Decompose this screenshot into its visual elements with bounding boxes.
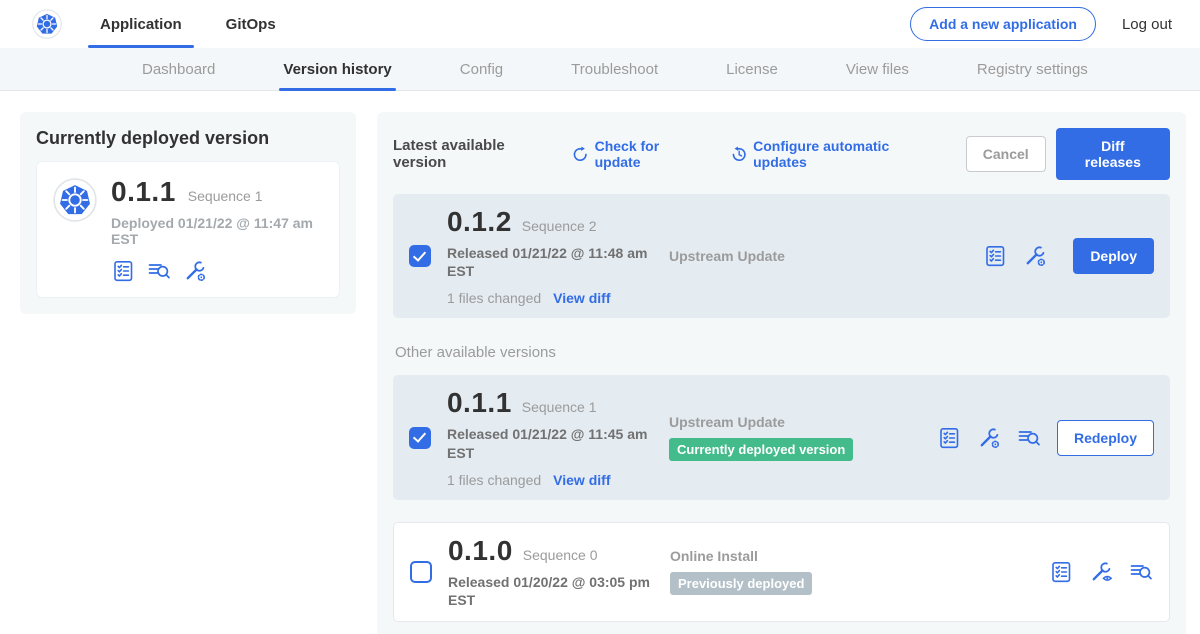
preflight-checks-icon[interactable]: [937, 426, 961, 450]
source-label: Upstream Update: [669, 414, 937, 430]
deploy-logs-icon[interactable]: [1017, 426, 1041, 450]
available-panel-header: Latest available version Check for updat…: [393, 128, 1170, 180]
version-select-checkbox[interactable]: [410, 561, 432, 583]
deployed-timestamp: Deployed 01/21/22 @ 11:47 am EST: [111, 215, 323, 247]
preflight-checks-icon[interactable]: [1049, 560, 1073, 584]
available-versions-panel: Latest available version Check for updat…: [377, 112, 1186, 634]
redeploy-button[interactable]: Redeploy: [1057, 420, 1154, 456]
preflight-checks-icon[interactable]: [983, 244, 1007, 268]
sequence-label: Sequence 0: [523, 547, 598, 563]
released-timestamp: Released 01/21/22 @ 11:48 am EST: [447, 244, 652, 280]
edit-config-icon[interactable]: [1023, 244, 1047, 268]
top-nav: Application GitOps Add a new application…: [0, 0, 1200, 48]
sequence-label: Sequence 1: [522, 399, 597, 415]
files-changed-label: 1 files changed: [447, 472, 541, 488]
top-nav-right: Add a new application Log out: [910, 7, 1172, 41]
version-number: 0.1.1: [447, 387, 512, 419]
version-source: Upstream Update Currently deployed versi…: [669, 414, 937, 461]
deployed-version-card: 0.1.1 Sequence 1 Deployed 01/21/22 @ 11:…: [36, 161, 340, 298]
deployed-action-icons: [111, 259, 323, 283]
deploy-button[interactable]: Deploy: [1073, 238, 1154, 274]
edit-config-icon[interactable]: [977, 426, 1001, 450]
subnav-registry-settings[interactable]: Registry settings: [973, 48, 1092, 90]
currently-deployed-title: Currently deployed version: [36, 128, 340, 149]
kubernetes-logo-icon: [32, 9, 62, 39]
add-new-application-button[interactable]: Add a new application: [910, 7, 1096, 41]
deployed-version-number: 0.1.1: [111, 176, 176, 208]
deploy-logs-icon[interactable]: [147, 259, 171, 283]
check-for-update-label: Check for update: [595, 138, 705, 170]
version-source: Upstream Update: [669, 248, 937, 264]
view-diff-link[interactable]: View diff: [553, 290, 610, 306]
previously-deployed-badge: Previously deployed: [670, 572, 812, 595]
check-for-update-link[interactable]: Check for update: [572, 138, 705, 170]
source-label: Online Install: [670, 548, 938, 564]
latest-available-title: Latest available version: [393, 137, 556, 171]
edit-config-icon[interactable]: [183, 259, 207, 283]
configure-updates-label: Configure automatic updates: [753, 138, 940, 170]
version-info: 0.1.0 Sequence 0 Released 01/20/22 @ 03:…: [448, 535, 660, 609]
other-available-versions-title: Other available versions: [395, 344, 1168, 361]
deployed-sequence-label: Sequence 1: [188, 188, 263, 204]
top-tabs: Application GitOps: [88, 0, 308, 48]
subnav-version-history[interactable]: Version history: [279, 48, 395, 90]
refresh-icon: [572, 146, 588, 163]
version-select-checkbox[interactable]: [409, 245, 431, 267]
logout-button[interactable]: Log out: [1122, 16, 1172, 33]
clock-refresh-icon: [731, 146, 747, 163]
version-source: Online Install Previously deployed: [670, 548, 938, 595]
version-actions: Redeploy: [937, 420, 1154, 456]
subnav-troubleshoot[interactable]: Troubleshoot: [567, 48, 662, 90]
tab-gitops[interactable]: GitOps: [214, 0, 288, 48]
tab-application[interactable]: Application: [88, 0, 194, 48]
subnav-view-files[interactable]: View files: [842, 48, 913, 90]
released-timestamp: Released 01/21/22 @ 11:45 am EST: [447, 425, 652, 461]
currently-deployed-badge: Currently deployed version: [669, 438, 853, 461]
diff-releases-button[interactable]: Diff releases: [1056, 128, 1170, 180]
deploy-logs-icon[interactable]: [1129, 560, 1153, 584]
files-changed-label: 1 files changed: [447, 290, 541, 306]
source-label: Upstream Update: [669, 248, 937, 264]
subnav-license[interactable]: License: [722, 48, 782, 90]
view-diff-link[interactable]: View diff: [553, 472, 610, 488]
version-row-0-1-1: 0.1.1 Sequence 1 Released 01/21/22 @ 11:…: [393, 375, 1170, 499]
version-info: 0.1.1 Sequence 1 Released 01/21/22 @ 11:…: [447, 387, 659, 487]
currently-deployed-panel: Currently deployed version 0.1.1 Sequenc…: [20, 112, 356, 314]
subnav-config[interactable]: Config: [456, 48, 507, 90]
preflight-checks-icon[interactable]: [111, 259, 135, 283]
sequence-label: Sequence 2: [522, 218, 597, 234]
version-actions: Deploy: [983, 238, 1154, 274]
configure-automatic-updates-link[interactable]: Configure automatic updates: [731, 138, 940, 170]
version-row-0-1-0: 0.1.0 Sequence 0 Released 01/20/22 @ 03:…: [393, 522, 1170, 622]
view-config-icon[interactable]: [1089, 560, 1113, 584]
version-select-checkbox[interactable]: [409, 427, 431, 449]
deployed-version-info: 0.1.1 Sequence 1 Deployed 01/21/22 @ 11:…: [111, 176, 323, 283]
app-subnav: Dashboard Version history Config Trouble…: [0, 48, 1200, 91]
released-timestamp: Released 01/20/22 @ 03:05 pm EST: [448, 573, 653, 609]
main-content: Currently deployed version 0.1.1 Sequenc…: [0, 91, 1200, 634]
version-row-0-1-2: 0.1.2 Sequence 2 Released 01/21/22 @ 11:…: [393, 194, 1170, 318]
subnav-dashboard[interactable]: Dashboard: [138, 48, 219, 90]
version-number: 0.1.0: [448, 535, 513, 567]
cancel-button[interactable]: Cancel: [966, 136, 1046, 172]
version-number: 0.1.2: [447, 206, 512, 238]
version-actions: [1049, 560, 1153, 584]
version-info: 0.1.2 Sequence 2 Released 01/21/22 @ 11:…: [447, 206, 659, 306]
kubernetes-app-icon: [53, 178, 97, 222]
